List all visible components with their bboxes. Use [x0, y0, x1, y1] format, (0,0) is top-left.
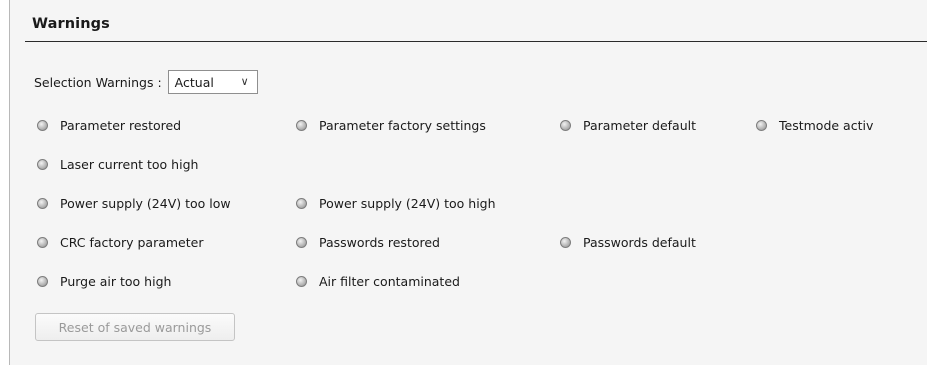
selection-warnings-label: Selection Warnings :: [34, 74, 162, 90]
warning-label: Purge air too high: [60, 273, 172, 289]
warning-passwords-restored: Passwords restored: [296, 233, 440, 251]
selection-row: Selection Warnings : Actual ∨: [34, 69, 258, 95]
warning-parameter-restored: Parameter restored: [37, 116, 181, 134]
warning-parameter-default: Parameter default: [560, 116, 696, 134]
warning-power-supply-too-high: Power supply (24V) too high: [296, 194, 496, 212]
warning-label: Air filter contaminated: [319, 273, 460, 289]
warning-label: Power supply (24V) too high: [319, 195, 496, 211]
warning-label: Parameter default: [583, 117, 696, 133]
status-led-icon: [296, 197, 307, 209]
status-led-icon: [37, 158, 48, 170]
selection-warnings-value: Actual: [174, 74, 214, 90]
warnings-panel: Warnings Selection Warnings : Actual ∨ P…: [9, 0, 927, 365]
status-led-icon: [560, 119, 571, 131]
status-led-icon: [37, 119, 48, 131]
warning-power-supply-too-low: Power supply (24V) too low: [37, 194, 231, 212]
status-led-icon: [37, 197, 48, 209]
status-led-icon: [37, 236, 48, 248]
chevron-down-icon: ∨: [240, 75, 249, 88]
warning-passwords-default: Passwords default: [560, 233, 696, 251]
warning-label: Parameter restored: [60, 117, 182, 133]
status-led-icon: [296, 119, 307, 131]
warning-label: Passwords restored: [319, 234, 440, 250]
warning-label: Parameter factory settings: [319, 117, 486, 133]
status-led-icon: [560, 236, 571, 248]
warning-label: Testmode activ: [779, 117, 874, 133]
selection-warnings-dropdown[interactable]: Actual ∨: [167, 70, 258, 94]
warning-label: CRC factory parameter: [60, 234, 204, 250]
status-led-icon: [296, 236, 307, 248]
warning-label: Laser current too high: [60, 156, 199, 172]
warning-label: Passwords default: [583, 234, 696, 250]
warning-purge-air-too-high: Purge air too high: [37, 272, 171, 290]
warning-parameter-factory-settings: Parameter factory settings: [296, 116, 486, 134]
warning-testmode-activ: Testmode activ: [756, 116, 873, 134]
status-led-icon: [296, 275, 307, 287]
status-led-icon: [37, 275, 48, 287]
warning-laser-current-too-high: Laser current too high: [37, 155, 198, 173]
warning-air-filter-contaminated: Air filter contaminated: [296, 272, 460, 290]
warning-crc-factory-parameter: CRC factory parameter: [37, 233, 203, 251]
warning-label: Power supply (24V) too low: [60, 195, 231, 211]
title-divider: [25, 41, 927, 42]
panel-title: Warnings: [32, 16, 110, 32]
status-led-icon: [756, 119, 767, 131]
reset-saved-warnings-button[interactable]: Reset of saved warnings: [35, 313, 235, 341]
